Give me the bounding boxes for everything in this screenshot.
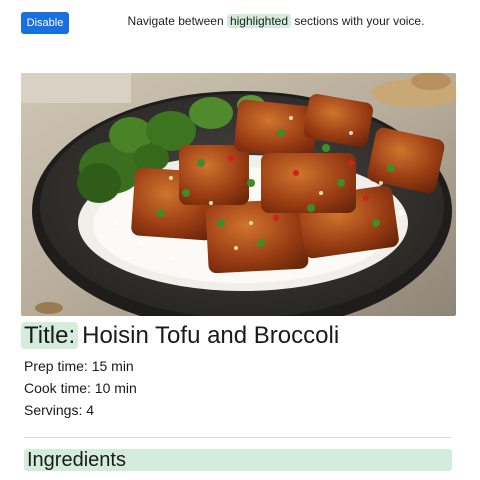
hint-text-after: sections with your voice. <box>294 14 425 28</box>
voice-navigation-hint: Navigate between highlighted sections wi… <box>0 14 480 28</box>
title-text: Hoisin Tofu and Broccoli <box>82 322 340 349</box>
ingredients-heading[interactable]: Ingredients <box>24 449 452 471</box>
cook-time: Cook time: 10 min <box>24 380 137 396</box>
hint-text-before: Navigate between <box>127 14 224 28</box>
prep-time: Prep time: 15 min <box>24 358 134 374</box>
recipe-title: Title: Hoisin Tofu and Broccoli <box>21 320 339 352</box>
hint-highlight-word: highlighted <box>226 14 292 28</box>
servings: Servings: 4 <box>24 402 95 418</box>
title-label: Title: <box>21 322 79 349</box>
section-divider <box>24 437 452 438</box>
recipe-photo <box>21 73 456 316</box>
top-bar: Disable Navigate between highlighted sec… <box>0 0 480 44</box>
